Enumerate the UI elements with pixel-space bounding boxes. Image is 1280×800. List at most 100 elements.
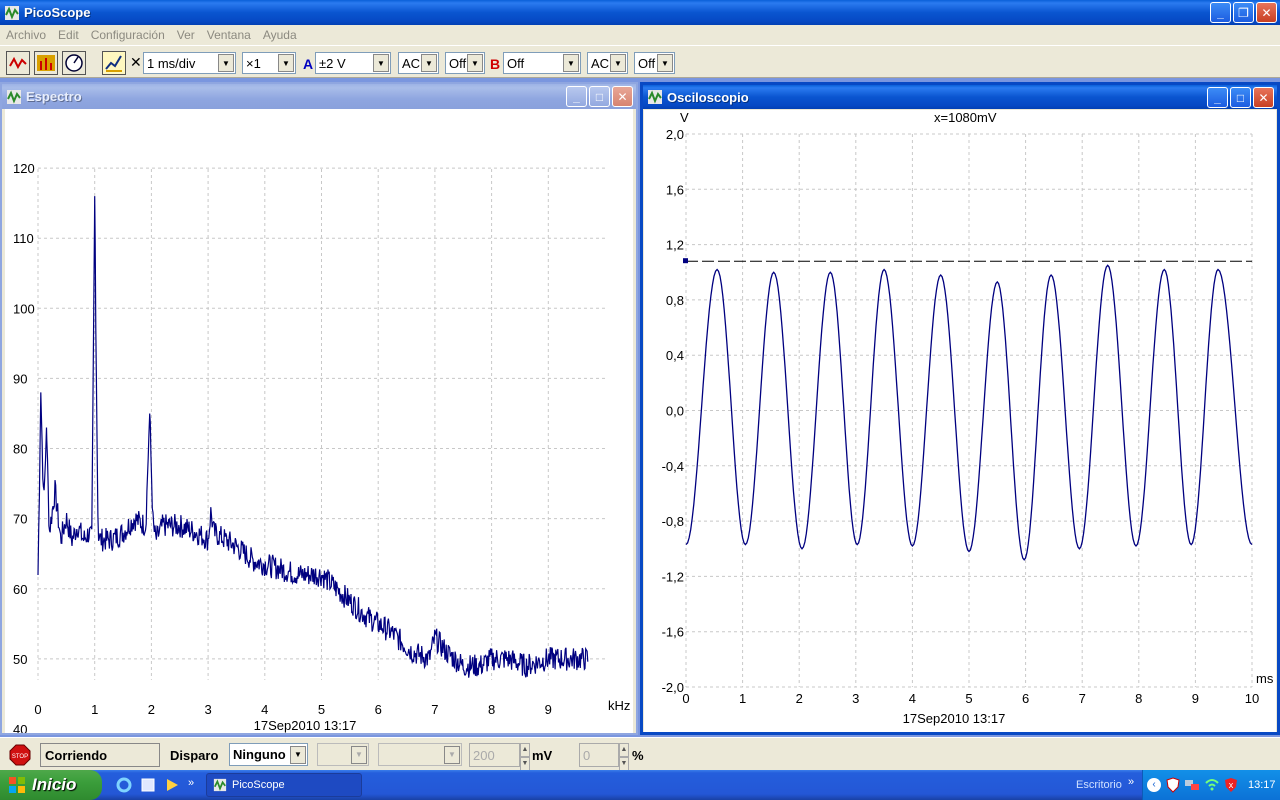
threshold-marker[interactable]	[683, 258, 688, 264]
start-label: Inicio	[32, 775, 77, 794]
picoscope-icon	[5, 5, 19, 20]
trigger-mode-select[interactable]: Ninguno ▼	[229, 743, 308, 766]
x-tick-label: 0	[34, 702, 41, 717]
chevron-right-icon[interactable]: »	[188, 777, 194, 793]
stop-button[interactable]: STOP	[8, 743, 32, 767]
pretrigger-input[interactable]: 0	[579, 743, 619, 767]
multiplier-select[interactable]: ×1 ▼	[242, 52, 296, 74]
maximize-button[interactable]: □	[1230, 87, 1251, 108]
explorer-icon[interactable]	[140, 777, 156, 793]
spectrum-view-button[interactable]	[34, 51, 58, 75]
x-tick-label: 1	[739, 691, 746, 706]
scope-plot-area[interactable]: 2,0 1,6 1,2 0,8 0,4 0,0 -0,4 -0,8 -1,2 -1,6 -2,0 0 1…	[644, 110, 1276, 732]
restore-button[interactable]: ❐	[1233, 2, 1254, 23]
chevron-down-icon: ▼	[373, 54, 389, 72]
pretrigger-unit: %	[632, 748, 644, 763]
network-icon[interactable]	[1184, 777, 1200, 793]
spectrum-title-bar[interactable]: Espectro _ □ ✕	[2, 84, 636, 109]
chevron-right-icon[interactable]: »	[1128, 776, 1134, 788]
chevron-down-icon: ▼	[218, 54, 234, 72]
stop-icon: STOP	[9, 744, 31, 766]
y-tick-label: -1,2	[662, 569, 684, 584]
close-button[interactable]: ✕	[1253, 87, 1274, 108]
channel-b-range-select[interactable]: Off ▼	[503, 52, 581, 74]
chevron-down-icon: ▼	[290, 745, 306, 764]
media-icon[interactable]	[164, 777, 180, 793]
tray-expand-icon[interactable]: ‹	[1147, 778, 1161, 792]
chevron-down-icon: ▼	[467, 54, 483, 72]
x-tick-label: 8	[1135, 691, 1142, 706]
x-tick-label: 4	[909, 691, 916, 706]
channel-b-extra-value: Off	[638, 55, 656, 71]
scope-chart: 2,0 1,6 1,2 0,8 0,4 0,0 -0,4 -0,8 -1,2 -1,6 -2,00 1…	[662, 110, 1274, 726]
x-tick-label: 4	[261, 702, 268, 717]
close-button[interactable]: ✕	[612, 86, 633, 107]
channel-b-extra-select[interactable]: Off ▼	[634, 52, 675, 74]
y-tick-label: 0,4	[666, 348, 684, 363]
menu-ayuda[interactable]: Ayuda	[257, 28, 303, 42]
spectrum-plot-area[interactable]: 120 110 100 90 80 70 60 50 40 0 1 2 3 4 5 6 7 8 9 kHz 17Sep2…	[5, 109, 633, 733]
y-tick-label: -2,0	[662, 680, 684, 695]
y-tick-label: 120	[13, 161, 35, 176]
menu-archivo[interactable]: Archivo	[0, 28, 52, 42]
timebase-value: 1 ms/div	[147, 55, 196, 71]
x-tick-label: 8	[488, 702, 495, 717]
timebase-select[interactable]: 1 ms/div ▼	[143, 52, 236, 74]
menu-ver[interactable]: Ver	[171, 28, 201, 42]
menu-bar: Archivo Edit Configuración Ver Ventana A…	[0, 25, 1280, 45]
menu-configuracion[interactable]: Configuración	[85, 28, 171, 42]
x-tick-label: 7	[1079, 691, 1086, 706]
trigger-level-input[interactable]: 200	[469, 743, 520, 767]
channel-a-extra-select[interactable]: Off ▼	[445, 52, 485, 74]
gauge-icon	[65, 54, 83, 72]
trigger-level-unit: mV	[532, 748, 553, 763]
scope-wave-icon	[9, 56, 27, 70]
trigger-edge-select[interactable]: ▼	[378, 743, 462, 766]
menu-ventana[interactable]: Ventana	[201, 28, 257, 42]
channel-a-coupling-select[interactable]: AC ▼	[398, 52, 439, 74]
y-tick-label: 110	[13, 231, 34, 246]
scope-window: Osciloscopio _ □ ✕ 2,0 1,6 1,2 0,8 0,4 0,0 -0,…	[640, 82, 1280, 735]
start-button[interactable]: Inicio	[0, 770, 102, 800]
desktop-toolbar-label[interactable]: Escritorio	[1076, 779, 1122, 791]
ie-icon[interactable]	[116, 777, 132, 793]
meter-view-button[interactable]	[62, 51, 86, 75]
security-alert-icon[interactable]: x	[1224, 777, 1238, 793]
minimize-button[interactable]: _	[1210, 2, 1231, 23]
close-button[interactable]: ✕	[1256, 2, 1277, 23]
y-tick-label: -0,8	[662, 514, 684, 529]
trigger-level-stepper[interactable]: ▲ ▼	[520, 743, 530, 771]
app-title-bar[interactable]: PicoScope _ ❐ ✕	[0, 0, 1280, 25]
wifi-icon[interactable]	[1204, 777, 1220, 793]
pretrigger-stepper[interactable]: ▲ ▼	[619, 743, 629, 771]
scope-view-button[interactable]	[6, 51, 30, 75]
scope-title-bar[interactable]: Osciloscopio _ □ ✕	[643, 85, 1277, 109]
channel-b-label: B	[490, 56, 501, 72]
y-tick-label: 0,8	[666, 293, 684, 308]
windows-logo-icon	[9, 777, 25, 793]
maximize-button[interactable]: □	[589, 86, 610, 107]
x-tick-label: 10	[1245, 691, 1259, 706]
shield-icon[interactable]	[1166, 777, 1180, 793]
minimize-button[interactable]: _	[566, 86, 587, 107]
taskbar-item-picoscope[interactable]: PicoScope	[206, 773, 362, 797]
channel-b-coupling-select[interactable]: AC ▼	[587, 52, 628, 74]
minimize-button[interactable]: _	[1207, 87, 1228, 108]
y-tick-label: 70	[13, 512, 27, 527]
chevron-down-icon: ▼	[610, 54, 626, 72]
x-tick-label: 1	[91, 702, 98, 717]
svg-text:x: x	[1229, 780, 1234, 790]
menu-edit[interactable]: Edit	[52, 28, 85, 42]
svg-text:STOP: STOP	[12, 754, 28, 760]
channel-a-extra-value: Off	[449, 55, 467, 71]
y-tick-label: 40	[13, 722, 27, 733]
channel-b-coupling-value: AC	[591, 55, 610, 71]
trigger-channel-select[interactable]: ▼	[317, 743, 369, 766]
timestamp: 17Sep2010 13:17	[254, 718, 357, 733]
y-tick-label: 100	[13, 301, 35, 316]
scope-title: Osciloscopio	[667, 89, 749, 105]
trace-toggle-button[interactable]	[102, 51, 126, 75]
x-tick-label: 2	[796, 691, 803, 706]
channel-a-range-select[interactable]: ±2 V ▼	[315, 52, 391, 74]
chevron-down-icon: ▼	[351, 745, 367, 764]
